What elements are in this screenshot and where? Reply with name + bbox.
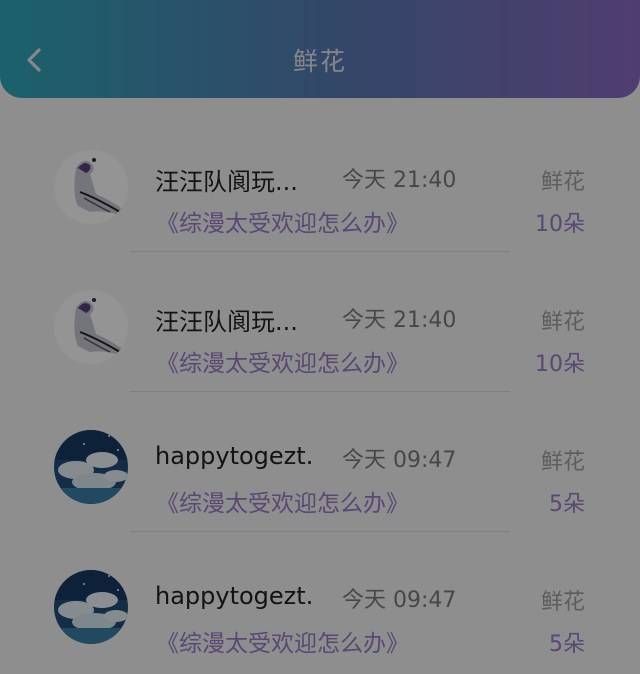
avatar [54,150,128,224]
username: 汪汪队阆玩... [155,168,298,196]
timestamp: 今天 21:40 [342,308,457,333]
page: 鲜花 汪汪队阆玩... 今天 21:40 鲜花 《综漫太受欢迎怎么办》 10朵 [0,0,640,674]
flower-count: 10朵 [535,212,585,237]
flower-count: 5朵 [549,632,585,657]
gift-type-label: 鲜花 [540,170,585,195]
sky-clouds-icon [54,430,128,504]
flower-count: 5朵 [549,492,585,517]
ghost-figure-icon [54,290,128,364]
timestamp: 今天 09:47 [342,588,457,613]
list-item[interactable]: happytogezt... 今天 09:47 鲜花 《综漫太受欢迎怎么办》 5… [0,532,640,672]
work-title[interactable]: 《综漫太受欢迎怎么办》 [156,344,409,378]
timestamp: 今天 21:40 [342,168,457,193]
sky-clouds-icon [54,570,128,644]
work-title[interactable]: 《综漫太受欢迎怎么办》 [156,204,409,238]
username: 汪汪队阆玩... [155,308,298,336]
avatar [54,430,128,504]
header-bar: 鲜花 [0,0,640,98]
flower-count: 10朵 [535,352,585,377]
list-item[interactable]: happytogezt... 今天 09:47 鲜花 《综漫太受欢迎怎么办》 5… [0,392,640,532]
work-title[interactable]: 《综漫太受欢迎怎么办》 [156,484,409,518]
list-item[interactable]: 汪汪队阆玩... 今天 21:40 鲜花 《综漫太受欢迎怎么办》 10朵 [0,252,640,392]
gift-type-label: 鲜花 [540,450,585,475]
gift-type-label: 鲜花 [540,310,585,335]
username: happytogezt... [155,442,315,470]
timestamp: 今天 09:47 [342,448,457,473]
flower-record-list: 汪汪队阆玩... 今天 21:40 鲜花 《综漫太受欢迎怎么办》 10朵 汪汪队… [0,112,640,672]
page-title: 鲜花 [292,47,347,76]
ghost-figure-icon [54,150,128,224]
gift-type-label: 鲜花 [540,590,585,615]
avatar [54,570,128,644]
work-title[interactable]: 《综漫太受欢迎怎么办》 [156,624,409,658]
avatar [54,290,128,364]
list-item[interactable]: 汪汪队阆玩... 今天 21:40 鲜花 《综漫太受欢迎怎么办》 10朵 [0,112,640,252]
username: happytogezt... [155,582,315,610]
